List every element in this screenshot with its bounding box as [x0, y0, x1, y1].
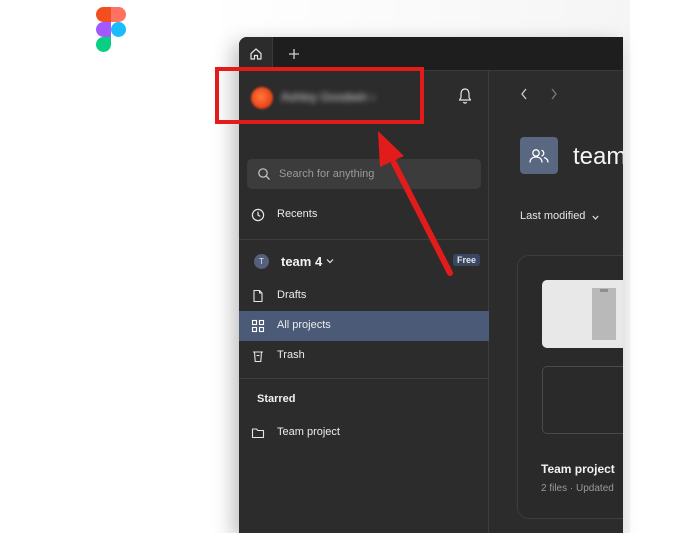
project-title: Team project	[541, 462, 615, 476]
bell-icon[interactable]	[457, 87, 473, 105]
tab-bar	[239, 37, 623, 71]
phone-notch	[600, 289, 608, 292]
sidebar-item-label: Trash	[277, 349, 305, 361]
sidebar: Ashley Goodwin › Recents T team	[239, 71, 489, 533]
chevron-down-icon	[326, 259, 334, 264]
new-tab-button[interactable]	[281, 37, 307, 71]
file-thumbnail-empty[interactable]	[542, 366, 623, 434]
sidebar-item-recents[interactable]: Recents	[239, 200, 489, 230]
sidebar-divider	[239, 378, 489, 379]
chevron-down-icon[interactable]	[592, 215, 599, 220]
project-meta: 2 files · Updated	[541, 483, 614, 494]
annotation-highlight-box	[215, 67, 424, 124]
main-content: team Last modified Team project 2 files …	[489, 71, 623, 533]
chevron-left-icon[interactable]	[519, 87, 529, 101]
chevron-right-icon[interactable]	[549, 87, 559, 101]
sidebar-item-label: Team project	[277, 426, 340, 438]
trash-icon	[253, 351, 263, 363]
sidebar-item-trash[interactable]: Trash	[239, 341, 489, 371]
sidebar-item-drafts[interactable]: Drafts	[239, 281, 489, 311]
team-icon	[520, 137, 558, 174]
search-icon	[258, 168, 270, 180]
grid-icon	[251, 319, 265, 333]
sidebar-item-label: Drafts	[277, 289, 307, 301]
team-switcher[interactable]: T team 4 Free	[239, 247, 489, 277]
clock-icon	[251, 208, 265, 222]
starred-heading: Starred	[257, 393, 296, 405]
project-card[interactable]: Team project 2 files · Updated	[517, 255, 623, 519]
phone-frame-preview	[592, 288, 616, 340]
team-name: team 4	[281, 254, 323, 269]
team-badge: T	[254, 254, 269, 269]
sort-dropdown[interactable]: Last modified	[520, 210, 585, 222]
file-icon	[253, 289, 263, 303]
file-thumbnail[interactable]	[542, 280, 623, 348]
figma-logo	[96, 7, 126, 52]
search-bar[interactable]	[247, 159, 481, 189]
sidebar-divider	[239, 239, 489, 240]
plan-badge: Free	[453, 254, 481, 266]
sidebar-item-label: All projects	[277, 319, 331, 331]
users-icon	[529, 148, 549, 163]
page-title: team	[573, 143, 623, 170]
folder-icon	[251, 428, 265, 439]
home-icon	[249, 48, 262, 60]
search-input[interactable]	[279, 159, 469, 189]
plus-icon	[289, 49, 299, 59]
sidebar-item-all-projects[interactable]: All projects	[239, 311, 489, 341]
home-tab[interactable]	[239, 37, 273, 71]
starred-item-team-project[interactable]: Team project	[239, 418, 489, 448]
sidebar-item-label: Recents	[277, 208, 318, 220]
